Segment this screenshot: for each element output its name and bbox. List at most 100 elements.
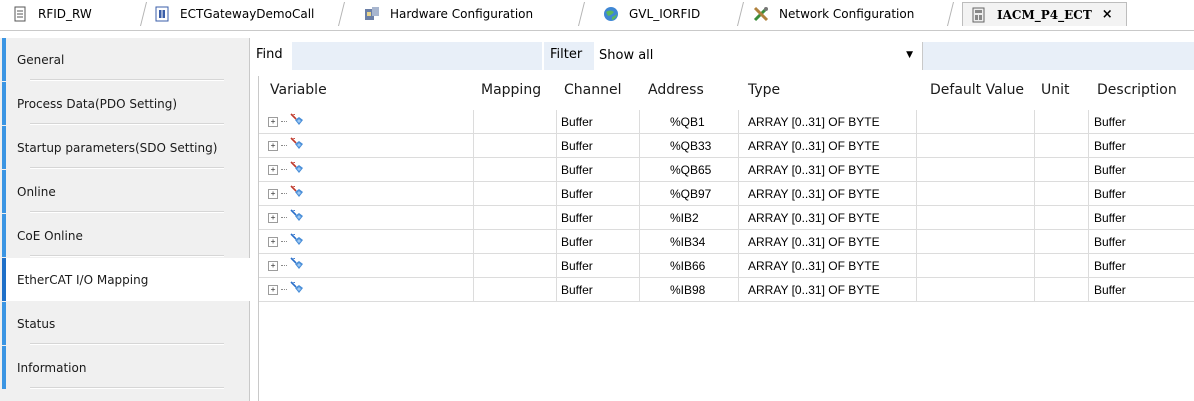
default-value-cell[interactable] xyxy=(917,110,1035,134)
variable-cell[interactable]: + xyxy=(259,182,474,206)
table-row[interactable]: + Buffer %IB66 ARRAY [0..31] OF BYTE Buffer xyxy=(259,254,1194,278)
type-cell[interactable]: ARRAY [0..31] OF BYTE xyxy=(739,278,917,302)
default-value-cell[interactable] xyxy=(917,158,1035,182)
unit-cell[interactable] xyxy=(1035,182,1089,206)
variable-cell[interactable]: + xyxy=(259,230,474,254)
sidebar-item-information[interactable]: Information xyxy=(2,346,248,389)
table-row[interactable]: + Buffer %IB98 ARRAY [0..31] OF BYTE Buffer xyxy=(259,278,1194,302)
column-header-variable[interactable]: Variable xyxy=(270,82,327,98)
channel-cell[interactable]: Buffer xyxy=(557,278,640,302)
address-cell[interactable]: %IB2 xyxy=(640,206,739,230)
address-cell[interactable]: %QB33 xyxy=(640,134,739,158)
channel-cell[interactable]: Buffer xyxy=(557,182,640,206)
table-row[interactable]: + Buffer %QB1 ARRAY [0..31] OF BYTE Buffer xyxy=(259,110,1194,134)
mapping-cell[interactable] xyxy=(474,134,557,158)
address-cell[interactable]: %QB65 xyxy=(640,158,739,182)
table-row[interactable]: + Buffer %QB65 ARRAY [0..31] OF BYTE Buffer xyxy=(259,158,1194,182)
column-header-default-value[interactable]: Default Value xyxy=(930,82,1024,98)
variable-cell[interactable]: + xyxy=(259,278,474,302)
address-cell[interactable]: %QB1 xyxy=(640,110,739,134)
table-row[interactable]: + Buffer %IB34 ARRAY [0..31] OF BYTE Buffer xyxy=(259,230,1194,254)
variable-cell[interactable]: + xyxy=(259,206,474,230)
variable-cell[interactable]: + xyxy=(259,110,474,134)
find-input[interactable] xyxy=(292,42,542,70)
type-cell[interactable]: ARRAY [0..31] OF BYTE xyxy=(739,110,917,134)
mapping-cell[interactable] xyxy=(474,158,557,182)
unit-cell[interactable] xyxy=(1035,230,1089,254)
type-cell[interactable]: ARRAY [0..31] OF BYTE xyxy=(739,134,917,158)
address-cell[interactable]: %IB34 xyxy=(640,230,739,254)
expand-icon[interactable]: + xyxy=(268,140,278,151)
type-cell[interactable]: ARRAY [0..31] OF BYTE xyxy=(739,206,917,230)
mapping-cell[interactable] xyxy=(474,182,557,206)
mapping-cell[interactable] xyxy=(474,110,557,134)
address-cell[interactable]: %IB66 xyxy=(640,254,739,278)
column-header-mapping[interactable]: Mapping xyxy=(481,82,541,98)
default-value-cell[interactable] xyxy=(917,206,1035,230)
channel-cell[interactable]: Buffer xyxy=(557,254,640,278)
default-value-cell[interactable] xyxy=(917,230,1035,254)
expand-icon[interactable]: + xyxy=(268,188,278,199)
expand-icon[interactable]: + xyxy=(268,260,278,271)
tab-iacm-p4-ect[interactable]: IACM_P4_ECT × xyxy=(962,2,1127,26)
description-cell[interactable]: Buffer xyxy=(1089,230,1194,254)
expand-icon[interactable]: + xyxy=(268,116,278,127)
expand-icon[interactable]: + xyxy=(268,284,278,295)
default-value-cell[interactable] xyxy=(917,134,1035,158)
table-row[interactable]: + Buffer %QB33 ARRAY [0..31] OF BYTE Buffer xyxy=(259,134,1194,158)
sidebar-item-coe-online[interactable]: CoE Online xyxy=(2,214,248,257)
unit-cell[interactable] xyxy=(1035,110,1089,134)
type-cell[interactable]: ARRAY [0..31] OF BYTE xyxy=(739,158,917,182)
sidebar-item-status[interactable]: Status xyxy=(2,302,248,345)
column-header-unit[interactable]: Unit xyxy=(1041,82,1070,98)
mapping-cell[interactable] xyxy=(474,278,557,302)
close-icon[interactable]: × xyxy=(1102,7,1113,22)
expand-icon[interactable]: + xyxy=(268,236,278,247)
mapping-cell[interactable] xyxy=(474,206,557,230)
description-cell[interactable]: Buffer xyxy=(1089,254,1194,278)
column-header-description[interactable]: Description xyxy=(1097,82,1177,98)
description-cell[interactable]: Buffer xyxy=(1089,110,1194,134)
expand-icon[interactable]: + xyxy=(268,212,278,223)
channel-cell[interactable]: Buffer xyxy=(557,230,640,254)
unit-cell[interactable] xyxy=(1035,254,1089,278)
column-header-address[interactable]: Address xyxy=(648,82,704,98)
mapping-cell[interactable] xyxy=(474,254,557,278)
tab-ectgatewaydemocall[interactable]: ECTGatewayDemoCall xyxy=(146,2,345,26)
tab-network-configuration[interactable]: Network Configuration xyxy=(745,2,954,26)
column-header-channel[interactable]: Channel xyxy=(564,82,621,98)
address-cell[interactable]: %IB98 xyxy=(640,278,739,302)
tab-hardware-configuration[interactable]: Hardware Configuration xyxy=(356,2,585,26)
channel-cell[interactable]: Buffer xyxy=(557,134,640,158)
sidebar-item-online[interactable]: Online xyxy=(2,170,248,213)
description-cell[interactable]: Buffer xyxy=(1089,278,1194,302)
description-cell[interactable]: Buffer xyxy=(1089,206,1194,230)
type-cell[interactable]: ARRAY [0..31] OF BYTE xyxy=(739,182,917,206)
expand-icon[interactable]: + xyxy=(268,164,278,175)
unit-cell[interactable] xyxy=(1035,206,1089,230)
filter-dropdown[interactable]: Show all ▼ xyxy=(595,44,921,66)
address-cell[interactable]: %QB97 xyxy=(640,182,739,206)
sidebar-item-general[interactable]: General xyxy=(2,38,248,81)
channel-cell[interactable]: Buffer xyxy=(557,206,640,230)
mapping-cell[interactable] xyxy=(474,230,557,254)
channel-cell[interactable]: Buffer xyxy=(557,110,640,134)
variable-cell[interactable]: + xyxy=(259,254,474,278)
default-value-cell[interactable] xyxy=(917,278,1035,302)
tab-gvl-iorfid[interactable]: GVL_IORFID xyxy=(595,2,744,26)
type-cell[interactable]: ARRAY [0..31] OF BYTE xyxy=(739,230,917,254)
unit-cell[interactable] xyxy=(1035,158,1089,182)
unit-cell[interactable] xyxy=(1035,134,1089,158)
tab-rfid-rw[interactable]: RFID_RW xyxy=(4,2,147,26)
description-cell[interactable]: Buffer xyxy=(1089,134,1194,158)
sidebar-item-startup-parameters[interactable]: Startup parameters(SDO Setting) xyxy=(2,126,248,169)
description-cell[interactable]: Buffer xyxy=(1089,158,1194,182)
type-cell[interactable]: ARRAY [0..31] OF BYTE xyxy=(739,254,917,278)
table-row[interactable]: + Buffer %IB2 ARRAY [0..31] OF BYTE Buffer xyxy=(259,206,1194,230)
unit-cell[interactable] xyxy=(1035,278,1089,302)
column-header-type[interactable]: Type xyxy=(748,82,780,98)
description-cell[interactable]: Buffer xyxy=(1089,182,1194,206)
sidebar-item-process-data[interactable]: Process Data(PDO Setting) xyxy=(2,82,248,125)
variable-cell[interactable]: + xyxy=(259,134,474,158)
chevron-down-icon[interactable]: ▼ xyxy=(906,50,913,60)
